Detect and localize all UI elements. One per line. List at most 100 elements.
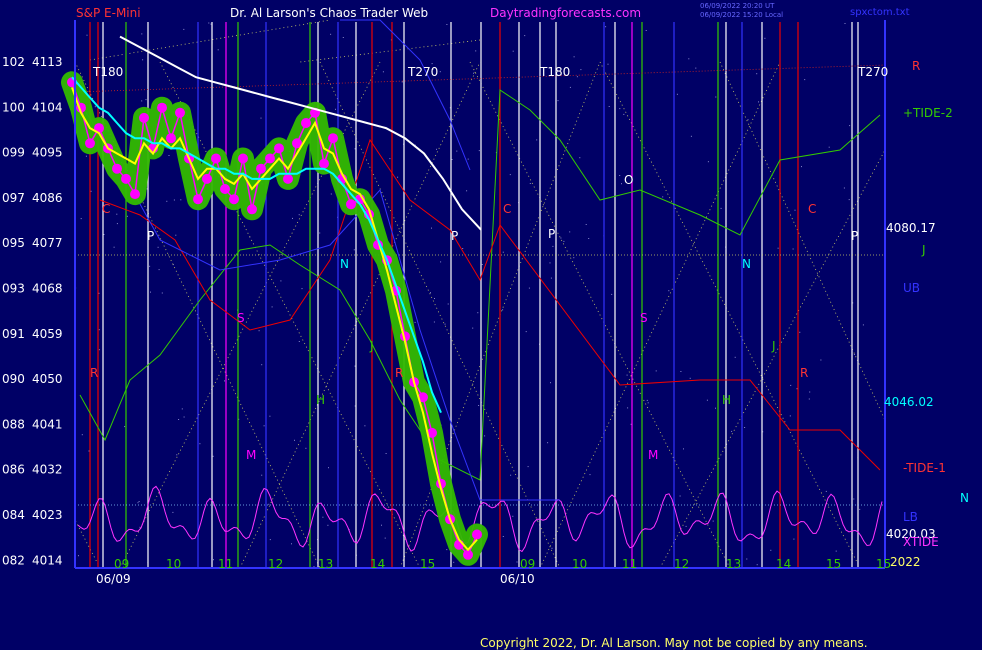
star-dot bbox=[573, 257, 575, 259]
star-dot bbox=[298, 341, 300, 342]
star-dot bbox=[695, 67, 697, 69]
star-dot bbox=[175, 234, 177, 236]
y-right-tick-label: 4068 bbox=[32, 282, 63, 296]
star-dot bbox=[569, 231, 571, 233]
turn-label: T270 bbox=[857, 65, 888, 79]
star-dot bbox=[384, 537, 386, 539]
star-dot bbox=[440, 261, 442, 263]
y-left-tick-label: 084 bbox=[2, 508, 25, 522]
year-label: 2022 bbox=[890, 555, 921, 569]
star-dot bbox=[756, 73, 758, 75]
turn-label: T180 bbox=[539, 65, 570, 79]
planet-marker: J bbox=[369, 339, 374, 353]
star-dot bbox=[715, 407, 716, 409]
star-dot bbox=[433, 321, 435, 323]
star-dot bbox=[291, 543, 292, 545]
star-dot bbox=[605, 26, 607, 28]
y-right-tick-label: 4113 bbox=[32, 55, 63, 69]
star-dot bbox=[224, 380, 225, 382]
diagonal-line bbox=[539, 61, 781, 569]
star-dot bbox=[580, 69, 582, 71]
planet-marker: R bbox=[800, 366, 808, 380]
right-side-label: -TIDE-1 bbox=[903, 461, 946, 475]
planet-markers: C C C P P P P N N S S J J H H R R R M M O bbox=[90, 173, 858, 462]
star-dot bbox=[85, 155, 87, 157]
star-dot bbox=[98, 292, 100, 294]
planet-marker: C bbox=[102, 202, 110, 216]
star-dot bbox=[588, 238, 590, 239]
star-dot bbox=[397, 176, 399, 178]
star-dot bbox=[689, 377, 691, 379]
star-dot bbox=[478, 150, 480, 152]
right-side-label: 4046.02 bbox=[884, 395, 934, 409]
star-dot bbox=[808, 398, 810, 400]
planet-marker: C bbox=[503, 202, 511, 216]
star-dot bbox=[173, 199, 175, 201]
star-dot bbox=[794, 209, 796, 211]
y-left-tick-label: 100 bbox=[2, 100, 25, 114]
star-dot bbox=[516, 561, 518, 563]
star-dot bbox=[563, 240, 565, 242]
star-dot bbox=[573, 56, 575, 58]
star-dot bbox=[268, 503, 270, 505]
star-dot bbox=[706, 399, 708, 401]
timestamp-ut: 06/09/2022 20:20 UT bbox=[700, 2, 775, 10]
star-dot bbox=[382, 71, 384, 73]
star-dot bbox=[389, 158, 391, 160]
star-dot bbox=[271, 306, 273, 308]
x-hour-label: 15 bbox=[826, 557, 841, 571]
y-right-tick-label: 4077 bbox=[32, 236, 63, 250]
star-dot bbox=[139, 526, 141, 528]
star-dot bbox=[626, 374, 628, 376]
star-dot bbox=[627, 407, 629, 409]
right-side-label: LB bbox=[903, 510, 918, 524]
star-dot bbox=[747, 119, 749, 121]
star-dot bbox=[210, 23, 212, 25]
star-dot bbox=[444, 323, 446, 325]
planet-marker: P bbox=[147, 229, 154, 243]
star-dot bbox=[770, 549, 772, 551]
star-dot bbox=[149, 265, 151, 267]
x-hour-label: 13 bbox=[726, 557, 741, 571]
diagonal-grid bbox=[74, 19, 886, 569]
star-dot bbox=[849, 125, 851, 127]
star-dot bbox=[176, 454, 178, 456]
star-dot bbox=[527, 466, 529, 468]
star-dot bbox=[848, 199, 850, 201]
horizontal-levels bbox=[74, 64, 886, 506]
y-right-tick-label: 4014 bbox=[32, 553, 63, 567]
x-hour-label: 15 bbox=[420, 557, 435, 571]
star-dot bbox=[354, 365, 356, 367]
star-dot bbox=[113, 246, 115, 248]
star-dot bbox=[260, 117, 262, 119]
star-dot bbox=[619, 108, 621, 110]
star-dot bbox=[502, 536, 504, 537]
star-dot bbox=[734, 356, 736, 358]
copyright-notice: Copyright 2022, Dr. Al Larson. May not b… bbox=[480, 636, 868, 650]
star-dot bbox=[322, 516, 324, 518]
star-dot bbox=[792, 248, 794, 250]
site-url-link[interactable]: Daytradingforecasts.com bbox=[490, 6, 641, 20]
y-right-tick-label: 4050 bbox=[32, 372, 63, 386]
star-dot bbox=[611, 293, 613, 295]
star-dot bbox=[142, 59, 144, 61]
star-dot bbox=[512, 50, 514, 52]
right-side-label: 4080.17 bbox=[886, 221, 936, 235]
instrument-label: S&P E-Mini bbox=[76, 6, 141, 20]
star-dot bbox=[354, 148, 356, 150]
star-dot bbox=[330, 33, 332, 35]
star-dot bbox=[843, 187, 845, 189]
right-side-label: UB bbox=[903, 281, 920, 295]
star-dot bbox=[124, 426, 126, 428]
star-dot bbox=[172, 511, 174, 513]
star-dot bbox=[502, 309, 504, 311]
star-dot bbox=[478, 405, 480, 406]
star-dot bbox=[690, 135, 692, 137]
star-dot bbox=[529, 183, 531, 184]
y-left-tick-label: 097 bbox=[2, 191, 25, 205]
x-hour-label: 13 bbox=[318, 557, 333, 571]
x-hour-label: 11 bbox=[622, 557, 637, 571]
star-dot bbox=[301, 288, 303, 290]
planet-marker: N bbox=[742, 257, 751, 271]
star-dot bbox=[98, 349, 100, 351]
